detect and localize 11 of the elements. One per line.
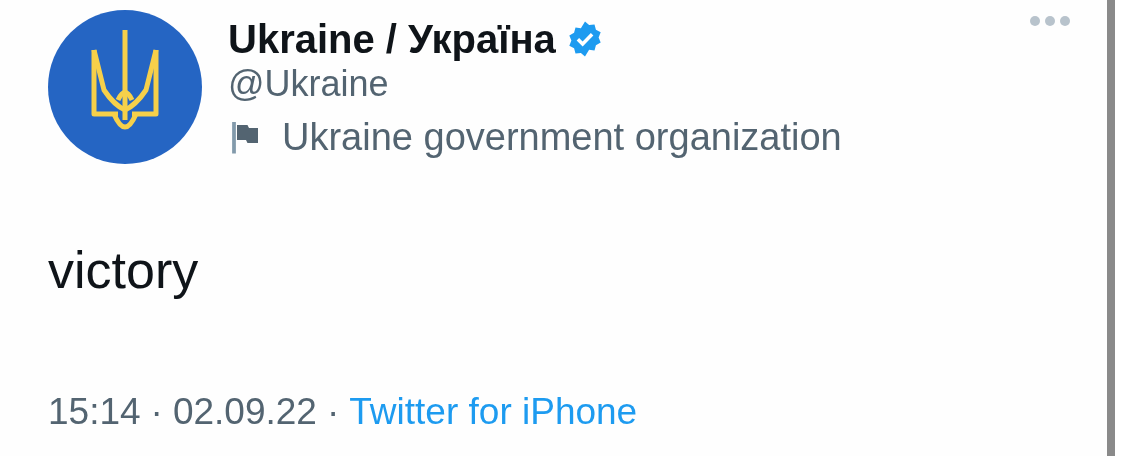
avatar-icon[interactable] (48, 10, 202, 164)
account-handle[interactable]: @Ukraine (228, 64, 842, 104)
scrollbar[interactable] (1107, 0, 1115, 456)
account-label: Ukraine government organization (282, 115, 842, 160)
separator-dot: · (150, 390, 163, 434)
account-name[interactable]: Ukraine / Україна (228, 14, 556, 64)
tweet-text: victory (48, 240, 200, 300)
more-options-icon[interactable] (1029, 14, 1071, 28)
tweet-date: 02.09.22 (172, 390, 317, 434)
tweet-time: 15:14 (48, 390, 141, 434)
separator-dot: · (326, 390, 340, 434)
